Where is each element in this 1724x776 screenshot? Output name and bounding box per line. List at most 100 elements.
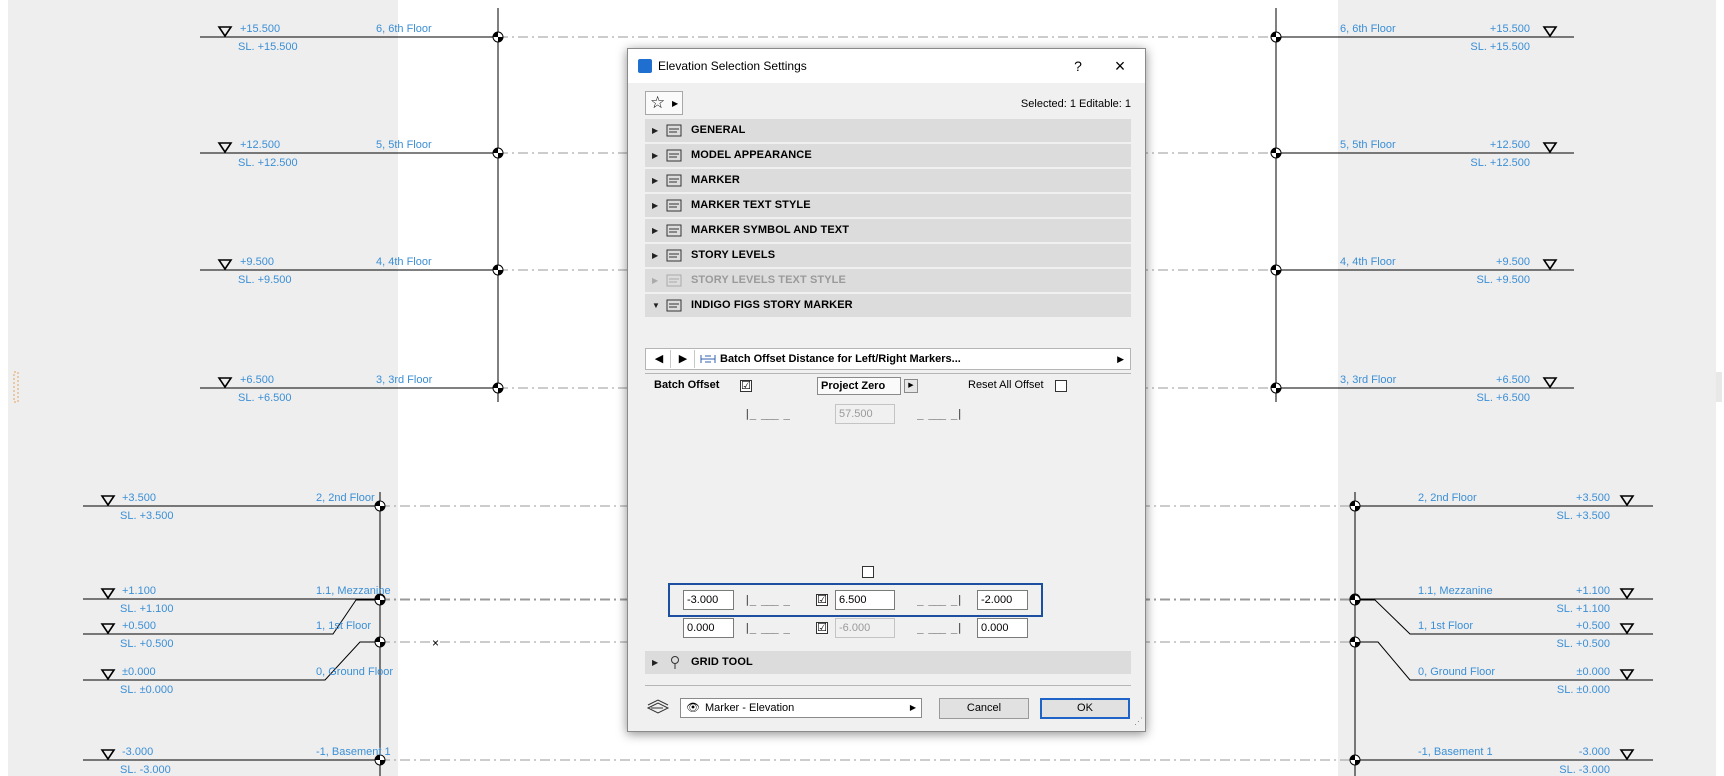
level-story-label: 2, 2nd Floor <box>1418 492 1477 504</box>
cross-marker-icon: × <box>432 636 439 650</box>
batch-offset-value: 57.500 <box>835 404 895 424</box>
selection-handle-right[interactable] <box>1716 372 1722 402</box>
batch-offset-checkbox[interactable]: ☑ <box>740 380 752 392</box>
toggle-checkbox[interactable] <box>862 566 874 578</box>
level-elevation-label: +0.500 <box>122 620 156 632</box>
level-story-label: 1, 1st Floor <box>316 620 371 632</box>
panel-label: STORY LEVELS TEXT STYLE <box>691 274 846 286</box>
level-node-marker[interactable] <box>1349 500 1361 512</box>
close-button[interactable]: × <box>1108 55 1132 77</box>
level-sl-label: SL. +9.500 <box>1476 274 1530 286</box>
level-story-label: 0, Ground Floor <box>1418 666 1495 678</box>
page-prev-button[interactable]: ◀ <box>648 350 671 368</box>
level-story-label: 1, 1st Floor <box>1418 620 1473 632</box>
level-elevation-label: +1.100 <box>122 585 156 597</box>
row1-checkbox[interactable]: ☑ <box>816 594 828 606</box>
panel-label: MARKER <box>691 174 740 186</box>
dialog-titlebar: Elevation Selection Settings ? × <box>628 49 1145 83</box>
favorites-button[interactable]: ☆ ▶ <box>645 91 683 115</box>
level-node-marker[interactable] <box>1270 147 1282 159</box>
resize-grip-icon[interactable]: ⋰ <box>1134 716 1143 727</box>
level-node-marker[interactable] <box>492 382 504 394</box>
story-levels-icon <box>666 249 682 262</box>
level-elevation-label: +1.100 <box>1576 585 1610 597</box>
panel-marker-text-style[interactable]: ▶ MARKER TEXT STYLE <box>645 194 1131 217</box>
level-node-marker[interactable] <box>492 147 504 159</box>
page-menu-arrow[interactable]: ▶ <box>1117 349 1124 369</box>
divider <box>645 685 1131 686</box>
panel-marker-symbol-and-text[interactable]: ▶ MARKER SYMBOL AND TEXT <box>645 219 1131 242</box>
cancel-button[interactable]: Cancel <box>939 698 1029 719</box>
level-node-marker[interactable] <box>1349 594 1361 606</box>
level-node-marker[interactable] <box>1270 264 1282 276</box>
right-offset-symbol: _ ___ _| <box>917 621 963 634</box>
level-sl-label: SL. +3.500 <box>1556 510 1610 522</box>
level-story-label: 6, 6th Floor <box>1340 23 1396 35</box>
panel-marker[interactable]: ▶ MARKER <box>645 169 1131 192</box>
star-icon: ☆ <box>650 93 666 112</box>
level-story-label: -1, Basement 1 <box>1418 746 1493 758</box>
row2-checkbox[interactable]: ☑ <box>816 622 828 634</box>
expand-arrow-icon: ▶ <box>652 126 659 135</box>
eye-icon: 👁 <box>686 702 700 714</box>
level-node-marker[interactable] <box>374 594 386 606</box>
level-sl-label: SL. +3.500 <box>120 510 174 522</box>
level-elevation-label: -3.000 <box>122 746 153 758</box>
level-node-marker[interactable] <box>492 264 504 276</box>
panel-grid-tool[interactable]: ▶ GRID TOOL <box>645 651 1131 674</box>
panel-model-appearance[interactable]: ▶ MODEL APPEARANCE <box>645 144 1131 167</box>
divider <box>645 373 1131 374</box>
collapse-arrow-icon: ▼ <box>652 301 660 310</box>
batch-offset-label: Batch Offset <box>654 379 720 391</box>
layer-value: Marker - Elevation <box>705 702 795 714</box>
elevation-selection-settings-dialog: Elevation Selection Settings ? × ☆ ▶ Sel… <box>627 48 1146 732</box>
reference-popup[interactable]: Project Zero <box>817 377 901 395</box>
level-story-label: 3, 3rd Floor <box>376 374 433 386</box>
level-sl-label: SL. ±0.000 <box>120 684 173 696</box>
level-node-marker[interactable] <box>374 500 386 512</box>
marker-icon <box>666 174 682 187</box>
expand-arrow-icon: ▶ <box>652 251 659 260</box>
level-node-marker[interactable] <box>1270 382 1282 394</box>
row1-right-offset-input[interactable]: -2.000 <box>977 590 1028 610</box>
page-selector[interactable]: ◀ ▶ Batch Offset Distance for Left/Right… <box>645 348 1131 370</box>
panel-label: STORY LEVELS <box>691 249 776 261</box>
row2-left-offset-input[interactable]: 0.000 <box>683 618 734 638</box>
level-sl-label: SL. +6.500 <box>1476 392 1530 404</box>
level-elevation-label: +15.500 <box>1490 23 1530 35</box>
left-offset-symbol: |_ ___ _ <box>744 593 790 606</box>
reference-popup-arrow[interactable]: ▶ <box>904 379 918 393</box>
row2-right-offset-input[interactable]: 0.000 <box>977 618 1028 638</box>
panel-general[interactable]: ▶ GENERAL <box>645 119 1131 142</box>
right-offset-symbol: _ ___ _| <box>917 407 963 420</box>
page-next-button[interactable]: ▶ <box>672 350 695 368</box>
level-sl-label: SL. +15.500 <box>1470 41 1530 53</box>
level-node-marker[interactable] <box>492 31 504 43</box>
level-node-marker[interactable] <box>1349 754 1361 766</box>
layer-dropdown[interactable]: 👁 Marker - Elevation ▶ <box>680 698 922 718</box>
level-sl-label: SL. -3.000 <box>1559 764 1610 776</box>
row1-left-offset-input[interactable]: -3.000 <box>683 590 734 610</box>
level-elevation-label: +12.500 <box>240 139 280 151</box>
panel-story-levels[interactable]: ▶ STORY LEVELS <box>645 244 1131 267</box>
expand-arrow-icon: ▶ <box>652 151 659 160</box>
level-story-label: 2, 2nd Floor <box>316 492 375 504</box>
level-node-marker[interactable] <box>1349 636 1361 648</box>
level-node-marker[interactable] <box>1270 31 1282 43</box>
level-node-marker[interactable] <box>374 636 386 648</box>
level-elevation-label: +3.500 <box>1576 492 1610 504</box>
triangle-right-icon: ▶ <box>672 99 679 108</box>
level-elevation-label: ±0.000 <box>1576 666 1610 678</box>
panel-indigo-figs-story-marker[interactable]: ▼ INDIGO FIGS STORY MARKER <box>645 294 1131 317</box>
panel-story-levels-text-style[interactable]: ▶ STORY LEVELS TEXT STYLE <box>645 269 1131 292</box>
ok-button[interactable]: OK <box>1040 698 1130 719</box>
level-story-label: 4, 4th Floor <box>1340 256 1396 268</box>
level-story-label: 5, 5th Floor <box>376 139 432 151</box>
row1-story-level-input[interactable]: 6.500 <box>835 590 895 610</box>
dropdown-arrow-icon: ▶ <box>909 703 916 712</box>
help-button[interactable]: ? <box>1068 56 1088 76</box>
level-sl-label: SL. +6.500 <box>238 392 292 404</box>
level-story-label: 3, 3rd Floor <box>1340 374 1397 386</box>
reset-all-offset-checkbox[interactable] <box>1055 380 1067 392</box>
level-story-label: 1.1, Mezzanine <box>1418 585 1493 597</box>
